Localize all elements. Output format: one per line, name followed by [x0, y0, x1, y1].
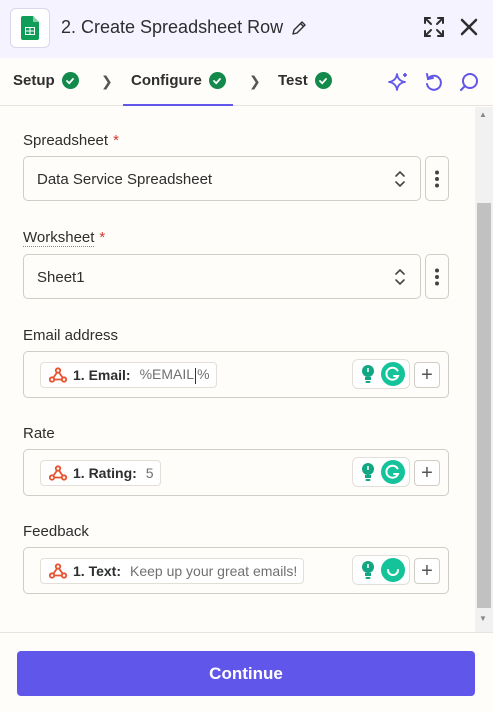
rate-label: Rate [23, 425, 55, 442]
webhook-icon [49, 563, 67, 579]
active-tab-indicator [123, 104, 233, 106]
pill-key: 1. Email: [73, 367, 131, 383]
undo-icon[interactable] [423, 71, 445, 93]
worksheet-value: Sheet1 [37, 269, 85, 286]
pill-key: 1. Text: [73, 563, 121, 579]
worksheet-label-text: Worksheet [23, 229, 95, 247]
grammarly-loading-icon[interactable] [380, 558, 405, 582]
select-arrows-icon [395, 170, 405, 188]
continue-button[interactable]: Continue [17, 651, 475, 696]
step-tabs: Setup ❯ Configure ❯ Test [0, 58, 493, 106]
webhook-icon [49, 465, 67, 481]
email-address-label: Email address [23, 327, 119, 344]
feedback-mapped-pill[interactable]: 1. Text: Keep up your great emails! [40, 558, 305, 584]
google-sheets-icon [10, 8, 50, 48]
scroll-up-arrow-icon[interactable]: ▲ [479, 110, 487, 119]
required-marker: * [99, 229, 106, 246]
feedback-field[interactable]: 1. Text: Keep up your great emails! + [23, 547, 449, 594]
worksheet-label: Worksheet * [23, 229, 106, 247]
step-title[interactable]: 2. Create Spreadsheet Row [61, 17, 307, 38]
tab-test[interactable]: Test [278, 72, 332, 89]
lightbulb-icon[interactable] [358, 363, 378, 385]
worksheet-select[interactable]: Sheet1 [23, 254, 421, 299]
tab-setup[interactable]: Setup [13, 72, 79, 89]
extension-widget[interactable] [352, 359, 410, 389]
select-arrows-icon [395, 268, 405, 286]
chevron-right-icon: ❯ [249, 73, 261, 89]
sparkle-icon[interactable] [388, 71, 410, 93]
comment-icon[interactable] [458, 71, 480, 93]
lightbulb-icon[interactable] [358, 461, 378, 483]
add-button[interactable]: + [414, 460, 440, 486]
pill-value: Keep up your great emails! [129, 563, 298, 579]
tab-configure[interactable]: Configure [131, 72, 226, 89]
expand-icon[interactable] [423, 16, 445, 38]
step-title-text: 2. Create Spreadsheet Row [61, 17, 284, 37]
tab-label: Configure [131, 72, 202, 89]
pill-value: %EMAIL% [139, 366, 210, 384]
spreadsheet-value: Data Service Spreadsheet [37, 171, 213, 188]
rate-mapped-pill[interactable]: 1. Rating: 5 [40, 460, 161, 486]
chevron-right-icon: ❯ [101, 73, 113, 89]
close-icon[interactable] [459, 17, 479, 37]
pill-value-after: % [197, 366, 210, 383]
spreadsheet-select[interactable]: Data Service Spreadsheet [23, 156, 421, 201]
spreadsheet-more-menu-icon[interactable] [425, 156, 449, 201]
pill-key: 1. Rating: [73, 465, 137, 481]
extension-widget[interactable] [352, 457, 410, 487]
spreadsheet-label-text: Spreadsheet [23, 132, 109, 149]
text-caret [195, 367, 197, 384]
pencil-icon[interactable] [291, 20, 307, 36]
check-circle-icon [314, 72, 332, 89]
scrollbar-thumb[interactable] [477, 203, 491, 608]
email-address-field[interactable]: 1. Email: %EMAIL% + [23, 351, 449, 398]
scroll-down-arrow-icon[interactable]: ▼ [479, 614, 487, 623]
grammarly-icon[interactable] [380, 362, 405, 386]
worksheet-more-menu-icon[interactable] [425, 254, 449, 299]
check-circle-icon [61, 72, 79, 89]
tab-label: Setup [13, 72, 55, 89]
lightbulb-icon[interactable] [358, 559, 378, 581]
add-button[interactable]: + [414, 362, 440, 388]
pill-value: 5 [145, 465, 154, 481]
pill-value-before: %EMAIL [139, 366, 195, 383]
step-header: 2. Create Spreadsheet Row [0, 0, 493, 58]
webhook-icon [49, 367, 67, 383]
check-circle-icon [208, 72, 226, 89]
email-mapped-pill[interactable]: 1. Email: %EMAIL% [40, 362, 217, 388]
tab-label: Test [278, 72, 308, 89]
rate-field[interactable]: 1. Rating: 5 + [23, 449, 449, 496]
extension-widget[interactable] [352, 555, 410, 585]
feedback-label: Feedback [23, 523, 89, 540]
add-button[interactable]: + [414, 558, 440, 584]
grammarly-icon[interactable] [380, 460, 405, 484]
required-marker: * [113, 132, 119, 149]
spreadsheet-label: Spreadsheet * [23, 132, 119, 149]
